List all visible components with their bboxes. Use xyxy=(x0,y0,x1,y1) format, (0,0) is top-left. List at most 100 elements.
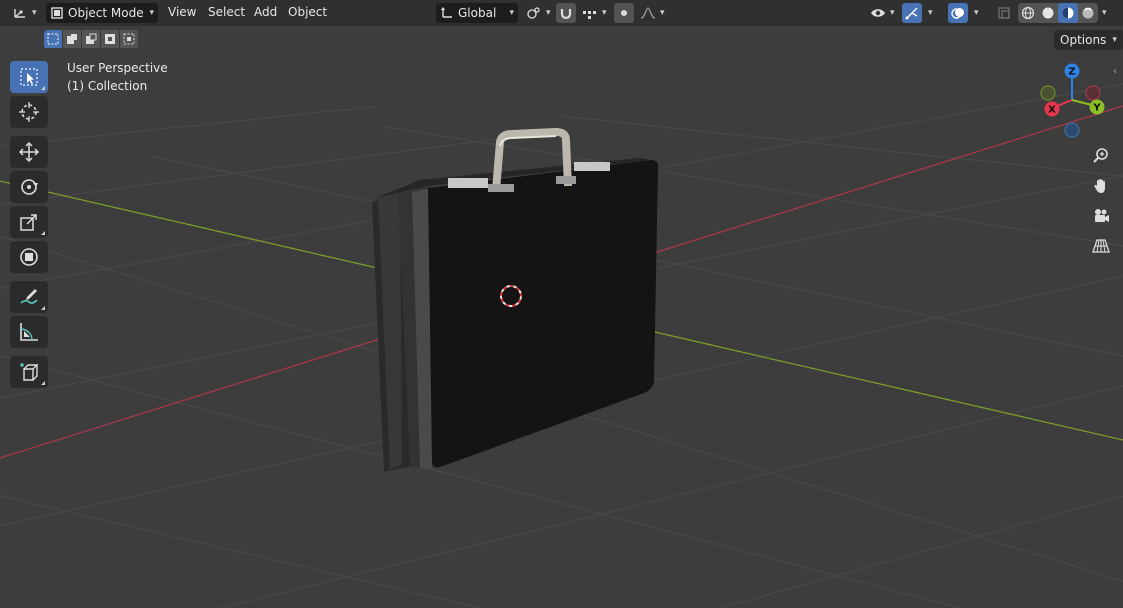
chevron-down-icon: ▾ xyxy=(890,8,895,18)
snap-increment-icon xyxy=(583,11,596,19)
3d-cursor-tool-icon xyxy=(19,102,39,122)
mode-dropdown[interactable]: Object Mode ▾ xyxy=(46,3,158,23)
shading-wireframe-button[interactable] xyxy=(1018,3,1038,23)
gizmo-y-label: Y xyxy=(1092,103,1101,114)
pivot-point-box: ▾ xyxy=(522,3,555,23)
sidebar-toggle-icon[interactable]: ‹ xyxy=(1113,66,1117,77)
transform-icon xyxy=(20,248,38,266)
tool-select-box[interactable] xyxy=(10,61,48,93)
overlays-toggle-box xyxy=(948,3,968,23)
tool-scale[interactable] xyxy=(10,206,48,238)
menu-add[interactable]: Add xyxy=(254,5,277,19)
camera-icon xyxy=(1095,209,1109,222)
ruler-icon xyxy=(20,323,38,341)
overlays-icon xyxy=(951,8,964,19)
snap-target-dropdown[interactable]: ▾ xyxy=(578,3,611,23)
collection-info-label: (1) Collection xyxy=(67,79,148,93)
select-intersect-button[interactable] xyxy=(120,30,139,48)
viewport-header: ▾ Object Mode ▾ View Select Add Object G… xyxy=(0,0,1123,26)
wireframe-sphere-icon xyxy=(1021,6,1035,20)
select-subtract-icon xyxy=(86,33,97,44)
object-mode-icon xyxy=(51,7,63,19)
gizmo-toggle-box xyxy=(902,3,922,23)
gizmo-toggle[interactable] xyxy=(902,3,922,23)
rendered-sphere-icon xyxy=(1082,7,1094,19)
gizmo-x-label: X xyxy=(1048,105,1056,116)
solid-sphere-icon xyxy=(1042,7,1054,19)
gizmo-dropdown[interactable]: ▾ xyxy=(924,3,937,23)
mode-dropdown-box: Object Mode ▾ xyxy=(46,3,158,23)
select-invert-button[interactable] xyxy=(101,30,120,48)
tool-annotate[interactable] xyxy=(10,281,48,313)
menu-select[interactable]: Select xyxy=(208,5,245,19)
chevron-down-icon: ▾ xyxy=(660,8,665,18)
tool-add-cube[interactable] xyxy=(10,356,48,388)
shading-mode-group xyxy=(1018,3,1098,23)
menu-view[interactable]: View xyxy=(168,5,196,19)
chevron-down-icon: ▾ xyxy=(32,8,37,18)
select-intersect-icon xyxy=(123,33,135,45)
chevron-down-icon: ▾ xyxy=(602,8,607,18)
shading-dropdown[interactable]: ▾ xyxy=(1098,3,1111,23)
tool-cursor[interactable] xyxy=(10,96,48,128)
chevron-down-icon: ▾ xyxy=(1102,8,1107,18)
orientation-global-icon xyxy=(441,7,452,18)
snap-target-box: ▾ xyxy=(578,3,611,23)
proportional-edit-icon xyxy=(621,10,627,16)
pivot-point-dropdown[interactable]: ▾ xyxy=(522,3,555,23)
chevron-down-icon: ▾ xyxy=(928,8,933,18)
shading-solid-button[interactable] xyxy=(1038,3,1058,23)
orientation-label: Global xyxy=(458,6,497,20)
tool-options-corner xyxy=(41,86,45,90)
proportional-editing-toggle[interactable] xyxy=(614,3,634,23)
overlays-toggle[interactable] xyxy=(948,3,968,23)
view-name-label: User Perspective xyxy=(67,61,168,75)
zoom-button[interactable] xyxy=(1088,143,1114,169)
perspective-toggle-button[interactable] xyxy=(1088,233,1114,259)
tool-rotate[interactable] xyxy=(10,171,48,203)
3d-viewport[interactable]: Options ▾ User Perspective (1) Collectio… xyxy=(0,26,1123,608)
mode-label: Object Mode xyxy=(68,6,144,20)
3d-viewport-icon xyxy=(14,9,25,18)
add-cube-icon xyxy=(20,363,39,381)
falloff-dropdown[interactable]: ▾ xyxy=(636,3,669,23)
scale-icon xyxy=(20,214,37,231)
briefcase-object xyxy=(372,127,659,472)
overlays-dropdown[interactable]: ▾ xyxy=(970,3,983,23)
hand-icon xyxy=(1094,179,1105,193)
select-cursor-icon xyxy=(20,68,38,86)
chevron-down-icon: ▾ xyxy=(149,8,154,18)
xray-icon xyxy=(998,7,1010,19)
snap-toggle-box xyxy=(556,3,576,23)
tool-options-corner xyxy=(41,381,45,385)
snap-toggle[interactable] xyxy=(556,3,576,23)
gizmo-icon xyxy=(905,7,918,20)
tool-measure[interactable] xyxy=(10,316,48,348)
editor-type-button[interactable]: ▾ xyxy=(8,3,41,23)
shading-material-button[interactable] xyxy=(1058,3,1078,23)
select-extend-button[interactable] xyxy=(63,30,82,48)
select-subtract-button[interactable] xyxy=(82,30,101,48)
options-button[interactable]: Options ▾ xyxy=(1054,30,1123,50)
camera-view-button[interactable] xyxy=(1088,203,1114,229)
shading-rendered-button[interactable] xyxy=(1078,3,1098,23)
gizmo-z-label: Z xyxy=(1068,67,1075,78)
navigation-gizmo[interactable]: Z X Y xyxy=(1036,62,1106,138)
eye-icon xyxy=(871,9,885,17)
xray-toggle[interactable] xyxy=(994,3,1014,23)
tool-move[interactable] xyxy=(10,136,48,168)
menu-object[interactable]: Object xyxy=(288,5,327,19)
chevron-down-icon: ▾ xyxy=(546,8,551,18)
transform-orientation-dropdown[interactable]: Global ▾ xyxy=(436,3,518,23)
select-invert-icon xyxy=(105,34,115,44)
material-preview-sphere-icon xyxy=(1062,7,1074,19)
falloff-box: ▾ xyxy=(636,3,669,23)
pan-button[interactable] xyxy=(1088,173,1114,199)
visibility-dropdown[interactable]: ▾ xyxy=(866,3,899,23)
proportional-editing-box xyxy=(614,3,634,23)
chevron-down-icon: ▾ xyxy=(509,8,514,18)
select-set-button[interactable] xyxy=(44,30,63,48)
chevron-down-icon: ▾ xyxy=(1112,35,1117,45)
tool-transform[interactable] xyxy=(10,241,48,273)
visibility-box: ▾ xyxy=(866,3,899,23)
